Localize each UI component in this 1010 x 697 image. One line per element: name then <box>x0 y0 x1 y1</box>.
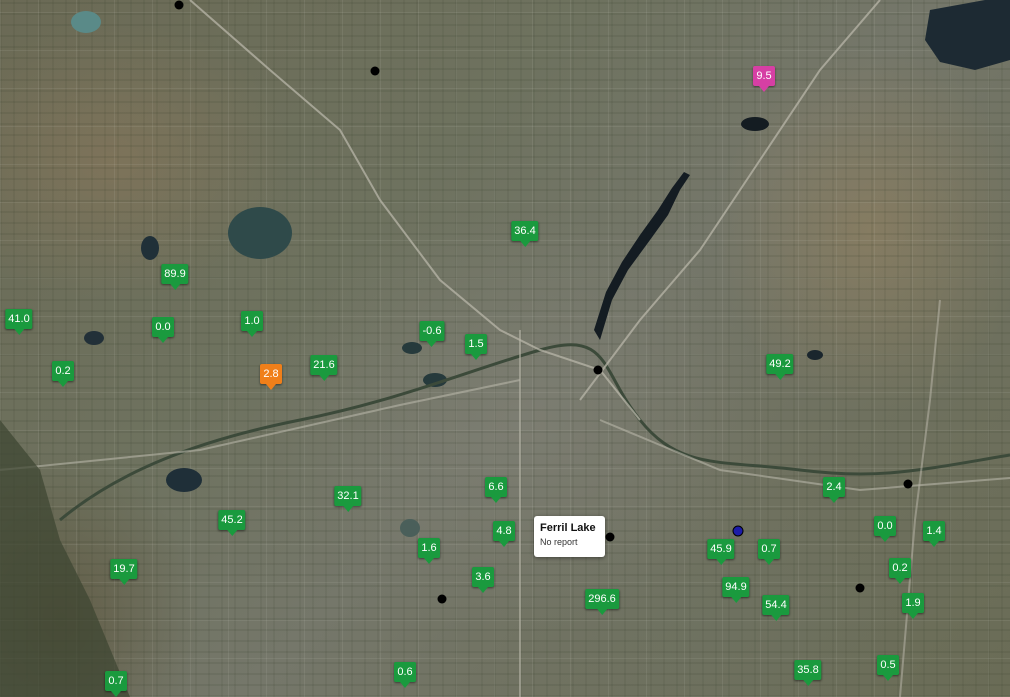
marker-value: 89.9 <box>161 264 189 284</box>
marker-value: 0.0 <box>874 516 896 536</box>
station-marker[interactable]: 49.2 <box>766 354 794 380</box>
marker-value: 1.6 <box>418 538 440 558</box>
lake <box>741 117 769 131</box>
station-marker[interactable]: 1.5 <box>465 334 487 360</box>
station-marker[interactable]: 9.5 <box>753 66 775 92</box>
station-marker[interactable]: 0.5 <box>877 655 899 681</box>
marker-value: 36.4 <box>511 221 539 241</box>
lake <box>228 207 292 259</box>
lake <box>141 236 159 260</box>
marker-value: 54.4 <box>762 595 790 615</box>
station-dot[interactable] <box>903 479 913 489</box>
station-dot[interactable] <box>437 594 447 604</box>
station-dot[interactable] <box>855 583 865 593</box>
station-marker[interactable]: 4.8 <box>493 521 515 547</box>
station-marker[interactable]: 2.4 <box>823 477 845 503</box>
satellite-map[interactable]: 9.5 36.4 89.9 41.0 0.0 1.0 -0.6 1.5 0.2 … <box>0 0 1010 697</box>
station-marker[interactable]: 296.6 <box>585 589 619 615</box>
station-marker[interactable]: 19.7 <box>110 559 138 585</box>
station-marker[interactable]: 41.0 <box>5 309 33 335</box>
station-marker[interactable]: 0.0 <box>874 516 896 542</box>
marker-value: 6.6 <box>485 477 507 497</box>
station-marker[interactable]: 89.9 <box>161 264 189 290</box>
marker-value: 4.8 <box>493 521 515 541</box>
lake-chain <box>594 172 690 340</box>
station-marker[interactable]: 1.4 <box>923 521 945 547</box>
lake <box>807 350 823 360</box>
station-marker[interactable]: 0.7 <box>105 671 127 697</box>
marker-value: 0.2 <box>52 361 74 381</box>
marker-value: 45.2 <box>218 510 246 530</box>
marker-value: 0.7 <box>105 671 127 691</box>
marker-value: 296.6 <box>585 589 619 609</box>
station-dot[interactable] <box>174 0 184 10</box>
marker-value: 1.0 <box>241 311 263 331</box>
station-marker[interactable]: 2.8 <box>260 364 282 390</box>
marker-value: 21.6 <box>310 355 338 375</box>
station-marker[interactable]: 54.4 <box>762 595 790 621</box>
marker-value: 19.7 <box>110 559 138 579</box>
station-marker[interactable]: 45.2 <box>218 510 246 536</box>
station-marker[interactable]: 94.9 <box>722 577 750 603</box>
marker-value: 0.5 <box>877 655 899 675</box>
lake <box>166 468 202 492</box>
station-marker[interactable]: 6.6 <box>485 477 507 503</box>
station-dot[interactable] <box>593 365 603 375</box>
station-marker[interactable]: 0.2 <box>889 558 911 584</box>
marker-value: 0.2 <box>889 558 911 578</box>
lake <box>925 0 1010 70</box>
marker-value: 49.2 <box>766 354 794 374</box>
station-marker[interactable]: 45.9 <box>707 539 735 565</box>
marker-value: 1.5 <box>465 334 487 354</box>
selected-station-dot[interactable] <box>732 525 744 537</box>
marker-value: 0.7 <box>758 539 780 559</box>
marker-value: -0.6 <box>419 321 445 341</box>
highway <box>899 299 941 697</box>
lake <box>84 331 104 345</box>
station-marker[interactable]: 3.6 <box>472 567 494 593</box>
marker-value: 32.1 <box>334 486 362 506</box>
river <box>59 343 1010 522</box>
marker-value: 41.0 <box>5 309 33 329</box>
station-marker[interactable]: 0.2 <box>52 361 74 387</box>
station-marker[interactable]: 35.8 <box>794 660 822 686</box>
station-dot[interactable] <box>605 532 615 542</box>
station-marker[interactable]: 36.4 <box>511 221 539 247</box>
station-marker[interactable]: 1.9 <box>902 593 924 619</box>
station-marker[interactable]: 0.7 <box>758 539 780 565</box>
marker-value: 1.4 <box>923 521 945 541</box>
station-popup[interactable]: Ferril Lake No report <box>534 516 605 557</box>
popup-title: Ferril Lake <box>540 522 596 534</box>
station-marker[interactable]: 1.6 <box>418 538 440 564</box>
popup-status: No report <box>540 537 578 547</box>
station-marker[interactable]: 21.6 <box>310 355 338 381</box>
marker-value: 94.9 <box>722 577 750 597</box>
marker-value: 35.8 <box>794 660 822 680</box>
marker-value: 1.9 <box>902 593 924 613</box>
station-marker[interactable]: -0.6 <box>419 321 445 347</box>
marker-value: 2.4 <box>823 477 845 497</box>
marker-value: 9.5 <box>753 66 775 86</box>
station-dot[interactable] <box>370 66 380 76</box>
station-marker[interactable]: 32.1 <box>334 486 362 512</box>
highway <box>599 419 1010 492</box>
lake <box>71 11 101 33</box>
marker-value: 0.0 <box>152 317 174 337</box>
station-marker[interactable]: 0.6 <box>394 662 416 688</box>
marker-value: 45.9 <box>707 539 735 559</box>
marker-value: 2.8 <box>260 364 282 384</box>
highway <box>0 379 521 471</box>
highway <box>579 0 881 401</box>
marker-value: 0.6 <box>394 662 416 682</box>
station-marker[interactable]: 1.0 <box>241 311 263 337</box>
lake <box>400 519 420 537</box>
station-marker[interactable]: 0.0 <box>152 317 174 343</box>
marker-value: 3.6 <box>472 567 494 587</box>
